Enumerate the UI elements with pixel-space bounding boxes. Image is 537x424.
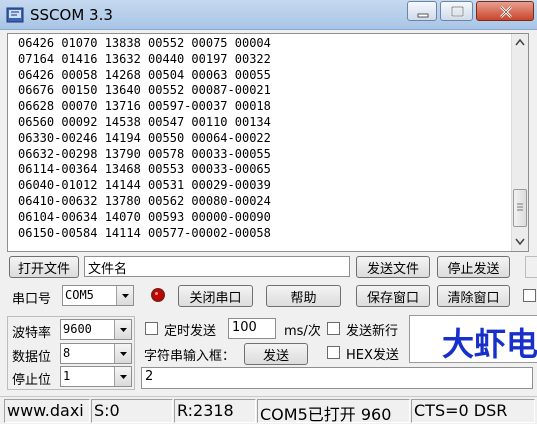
receive-line: 06150-00584 14114 00577-00002-00058 — [18, 225, 271, 240]
help-button[interactable]: 帮助 — [266, 285, 341, 307]
close-port-button[interactable]: 关闭串口 — [178, 285, 253, 307]
receive-line: 06632-00298 13790 00578 00033-00055 — [18, 146, 271, 161]
databits-label: 数据位 — [12, 350, 52, 365]
close-button[interactable] — [476, 1, 534, 21]
databits-select[interactable]: 8 — [60, 343, 132, 364]
maximize-icon — [450, 5, 465, 18]
open-file-button[interactable]: 打开文件 — [9, 256, 79, 278]
hex-send-label: HEX发送 — [346, 348, 399, 363]
receive-line: 06628 00070 13716 00597-00037 00018 — [18, 99, 271, 114]
string-input-label: 字符串输入框： — [144, 349, 236, 364]
scroll-up-icon — [515, 38, 525, 46]
port-select[interactable]: COM5 — [62, 285, 134, 306]
hex-send-checkbox[interactable] — [327, 346, 340, 359]
send-file-button[interactable]: 发送文件 — [356, 256, 430, 278]
minimize-button[interactable] — [407, 1, 437, 21]
receive-line: 06040-01012 14144 00531 00029-00039 — [18, 178, 271, 193]
timed-send-checkbox[interactable] — [145, 322, 158, 335]
receive-area[interactable]: 06426 01070 13838 00552 00075 00004 07164… — [7, 33, 529, 252]
stopbits-label: 停止位 — [12, 373, 52, 388]
app-window: SSCOM 3.3 06426 01070 13838 00552 00075 … — [0, 0, 537, 424]
filename-field[interactable]: 文件名 — [84, 256, 350, 277]
stopbits-select[interactable]: 1 — [60, 366, 132, 387]
vertical-scrollbar[interactable] — [511, 34, 528, 251]
timed-send-label: 定时发送 — [164, 324, 217, 339]
send-newline-label: 发送新行 — [346, 324, 399, 339]
chevron-down-icon[interactable] — [114, 344, 131, 363]
port-value: COM5 — [65, 288, 94, 302]
scroll-thumb[interactable] — [513, 189, 527, 227]
stop-send-button[interactable]: 停止发送 — [437, 256, 510, 278]
maximize-button[interactable] — [440, 1, 473, 21]
port-status-led-icon — [150, 287, 166, 307]
receive-line: 06410-00632 13780 00562 00080-00024 — [18, 193, 271, 208]
brand-banner[interactable]: 大虾电 — [409, 315, 537, 363]
line-status: CTS=0 DSR — [411, 399, 535, 423]
receive-line: 07164 01416 13632 00440 00197 00322 — [18, 51, 271, 66]
right-edge-control — [525, 256, 537, 278]
status-bar: www.daxi S:0 R:2318 COM5已打开 960 CTS=0 DS… — [0, 396, 537, 424]
title-bar[interactable]: SSCOM 3.3 — [0, 0, 537, 30]
receive-line: 06676 00150 13640 00552 00087-00021 — [18, 83, 271, 98]
receive-line: 06560 00092 14538 00547 00110 00134 — [18, 114, 271, 129]
baud-label: 波特率 — [12, 326, 52, 341]
website-link[interactable]: www.daxi — [4, 399, 90, 423]
edge-checkbox[interactable] — [523, 289, 536, 302]
send-newline-checkbox[interactable] — [327, 322, 340, 335]
receive-line: 06426 01070 13838 00552 00075 00004 — [18, 36, 271, 50]
clear-window-button[interactable]: 清除窗口 — [437, 285, 510, 307]
app-icon — [6, 6, 24, 24]
banner-text: 大虾电 — [442, 325, 537, 363]
baud-select[interactable]: 9600 — [60, 319, 132, 340]
receive-line: 06114-00364 13468 00553 00033-00065 — [18, 162, 271, 177]
port-status: COM5已打开 960 — [257, 399, 410, 423]
send-button[interactable]: 发送 — [244, 343, 308, 365]
interval-unit-label: ms/次 — [284, 324, 321, 339]
save-window-button[interactable]: 保存窗口 — [356, 285, 430, 307]
stopbits-value: 1 — [63, 369, 71, 383]
baud-value: 9600 — [63, 322, 92, 336]
window-title: SSCOM 3.3 — [30, 6, 113, 24]
chevron-down-icon[interactable] — [114, 367, 131, 386]
receive-line: 06426 00058 14268 00504 00063 00055 — [18, 67, 271, 82]
receive-line: 06104-00634 14070 00593 00000-00090 — [18, 209, 271, 224]
receive-text: 06426 01070 13838 00552 00075 00004 07164… — [18, 36, 271, 241]
databits-value: 8 — [63, 346, 71, 360]
send-input[interactable]: 2 — [141, 367, 533, 389]
minimize-icon — [417, 13, 429, 18]
sent-count: S:0 — [91, 399, 173, 423]
scroll-down-icon — [515, 238, 525, 246]
received-count: R:2318 — [174, 399, 256, 423]
close-icon — [500, 6, 512, 18]
receive-line: 06330-00246 14194 00550 00064-00022 — [18, 130, 271, 145]
port-label: 串口号 — [12, 292, 52, 307]
chevron-down-icon[interactable] — [114, 320, 131, 339]
interval-input[interactable]: 100 — [228, 318, 276, 339]
chevron-down-icon[interactable] — [116, 286, 133, 305]
